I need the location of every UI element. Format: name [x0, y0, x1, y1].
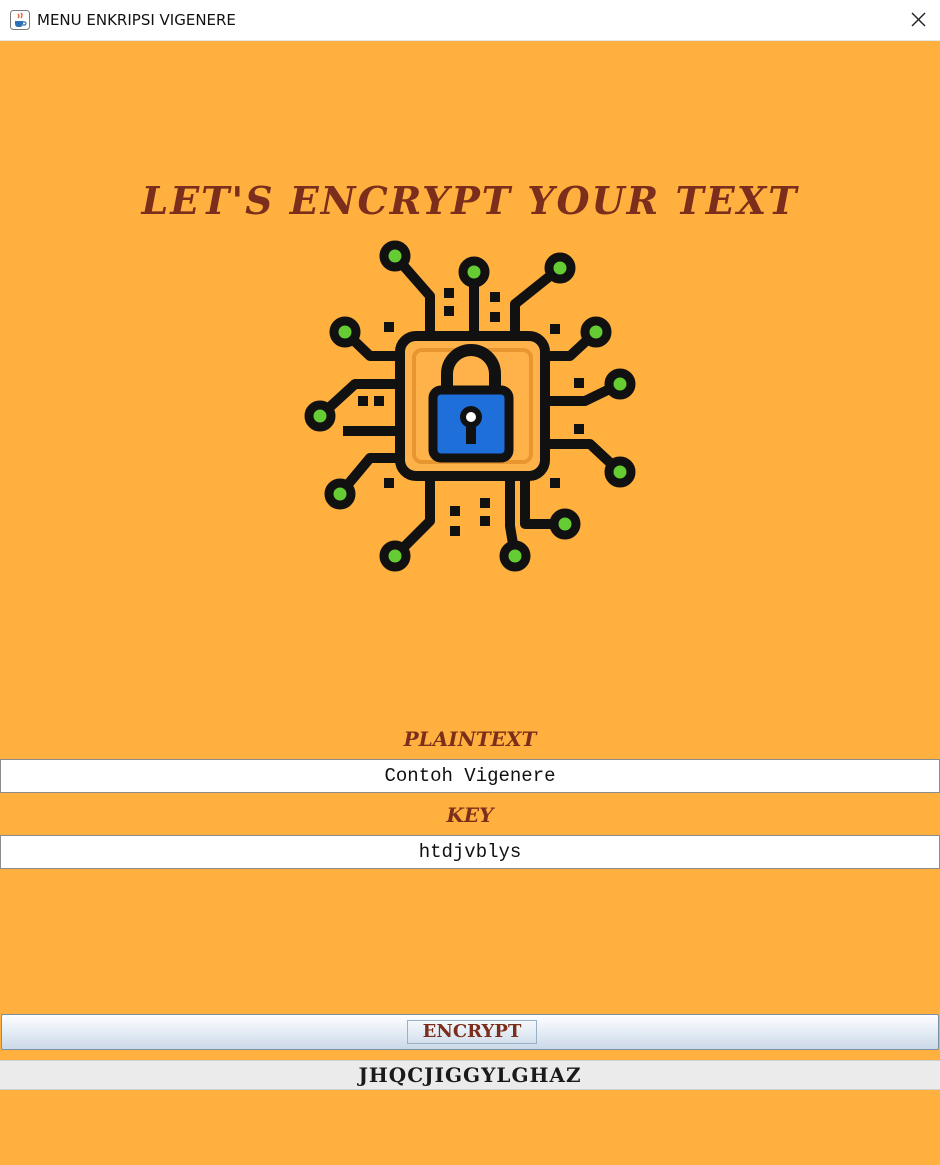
plaintext-input[interactable] — [0, 759, 940, 793]
key-input[interactable] — [0, 835, 940, 869]
plaintext-label: PLAINTEXT — [403, 727, 537, 751]
encrypt-button-label: ENCRYPT — [407, 1020, 537, 1044]
circuit-padlock-icon — [304, 240, 636, 572]
ciphertext-result: JHQCJIGGYLGHAZ — [0, 1060, 940, 1090]
encrypt-button[interactable]: ENCRYPT — [1, 1014, 939, 1050]
app-window: MENU ENKRIPSI VIGENERE LET'S ENCRYPT YOU… — [0, 0, 940, 1165]
window-title: MENU ENKRIPSI VIGENERE — [37, 11, 236, 29]
key-label: KEY — [446, 803, 494, 827]
title-bar: MENU ENKRIPSI VIGENERE — [0, 0, 940, 41]
java-cup-icon — [10, 10, 30, 30]
close-icon[interactable] — [898, 0, 940, 40]
page-heading: LET'S ENCRYPT YOUR TEXT — [141, 178, 799, 223]
